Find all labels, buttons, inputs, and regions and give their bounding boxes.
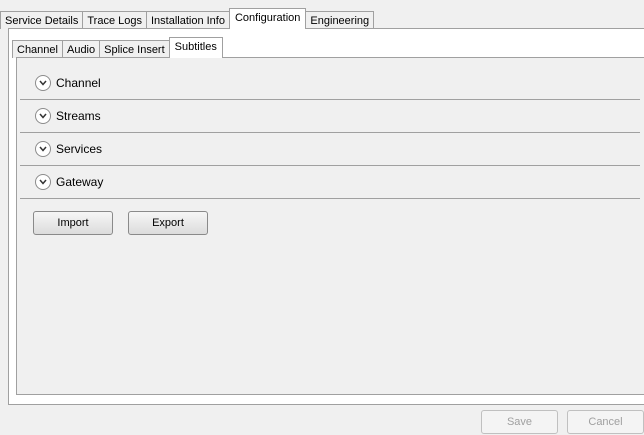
save-button[interactable]: Save [481,410,558,434]
section-streams[interactable]: Streams [20,100,640,133]
tab-engineering[interactable]: Engineering [305,11,375,29]
subtab-subtitles[interactable]: Subtitles [168,37,223,58]
section-label: Channel [56,76,101,90]
tab-configuration[interactable]: Configuration [228,8,307,29]
cancel-button[interactable]: Cancel [567,410,644,434]
subtab-splice-insert[interactable]: Splice Insert [99,40,170,58]
tab-service-details[interactable]: Service Details [0,11,84,29]
chevron-down-icon[interactable] [35,75,51,91]
import-button[interactable]: Import [33,211,113,235]
chevron-down-icon[interactable] [35,108,51,124]
section-channel[interactable]: Channel [20,67,640,100]
section-label: Streams [56,109,101,123]
section-services[interactable]: Services [20,133,640,166]
section-gateway[interactable]: Gateway [20,166,640,199]
subtab-audio[interactable]: Audio [61,40,101,58]
sub-tab-strip: Channel Audio Splice Insert Subtitles [12,37,223,58]
top-tab-strip: Service Details Trace Logs Installation … [0,8,375,29]
subtab-channel[interactable]: Channel [12,40,63,58]
chevron-down-icon[interactable] [35,141,51,157]
tab-trace-logs[interactable]: Trace Logs [82,11,147,29]
section-label: Services [56,142,103,156]
chevron-down-icon[interactable] [35,174,51,190]
export-button[interactable]: Export [128,211,208,235]
tab-installation-info[interactable]: Installation Info [145,11,230,29]
section-label: Gateway [56,175,104,189]
